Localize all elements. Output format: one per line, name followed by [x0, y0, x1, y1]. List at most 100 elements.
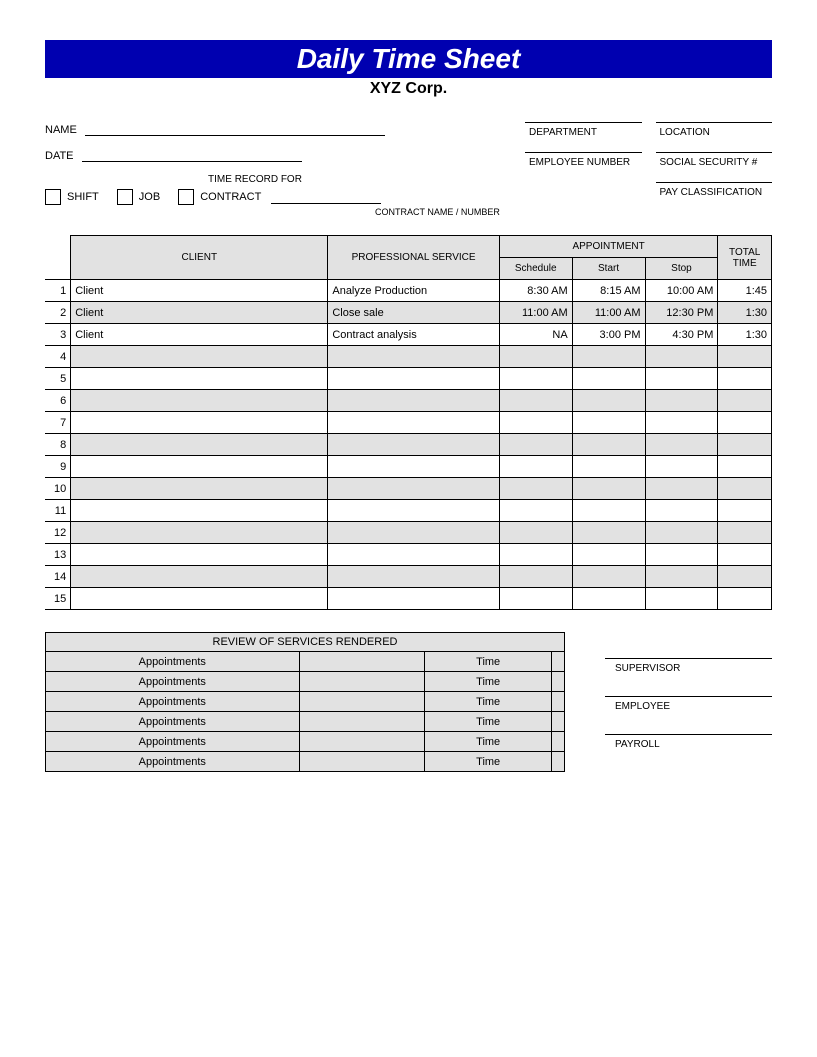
review-time-value[interactable]	[551, 732, 564, 752]
cell-client[interactable]	[71, 368, 328, 390]
cell-total[interactable]	[718, 456, 772, 478]
cell-stop[interactable]	[645, 500, 718, 522]
review-appt-value[interactable]	[299, 732, 425, 752]
cell-schedule[interactable]	[499, 478, 572, 500]
cell-client[interactable]	[71, 456, 328, 478]
cell-schedule[interactable]	[499, 544, 572, 566]
cell-service[interactable]	[328, 456, 499, 478]
cell-client[interactable]: Client	[71, 324, 328, 346]
cell-schedule[interactable]	[499, 434, 572, 456]
cell-stop[interactable]	[645, 412, 718, 434]
cell-start[interactable]	[572, 500, 645, 522]
cell-stop[interactable]	[645, 544, 718, 566]
cell-service[interactable]	[328, 346, 499, 368]
cell-total[interactable]	[718, 346, 772, 368]
cell-start[interactable]	[572, 390, 645, 412]
cell-stop[interactable]	[645, 346, 718, 368]
cell-client[interactable]	[71, 346, 328, 368]
cell-total[interactable]	[718, 412, 772, 434]
cell-stop[interactable]: 4:30 PM	[645, 324, 718, 346]
cell-start[interactable]	[572, 566, 645, 588]
review-appt-value[interactable]	[299, 712, 425, 732]
cell-stop[interactable]: 10:00 AM	[645, 280, 718, 302]
review-time-value[interactable]	[551, 692, 564, 712]
cell-client[interactable]: Client	[71, 280, 328, 302]
cell-start[interactable]	[572, 588, 645, 610]
cell-stop[interactable]	[645, 368, 718, 390]
cell-total[interactable]: 1:30	[718, 302, 772, 324]
cell-start[interactable]: 8:15 AM	[572, 280, 645, 302]
shift-checkbox[interactable]: SHIFT	[45, 189, 99, 205]
review-appt-value[interactable]	[299, 652, 425, 672]
review-time-value[interactable]	[551, 712, 564, 732]
cell-service[interactable]	[328, 390, 499, 412]
cell-client[interactable]	[71, 478, 328, 500]
cell-start[interactable]: 3:00 PM	[572, 324, 645, 346]
review-time-value[interactable]	[551, 652, 564, 672]
cell-service[interactable]	[328, 478, 499, 500]
cell-schedule[interactable]: 11:00 AM	[499, 302, 572, 324]
cell-start[interactable]	[572, 346, 645, 368]
cell-total[interactable]	[718, 544, 772, 566]
review-time-value[interactable]	[551, 752, 564, 772]
cell-client[interactable]	[71, 434, 328, 456]
cell-start[interactable]	[572, 478, 645, 500]
cell-start[interactable]	[572, 456, 645, 478]
cell-service[interactable]: Close sale	[328, 302, 499, 324]
cell-client[interactable]	[71, 500, 328, 522]
cell-schedule[interactable]	[499, 500, 572, 522]
cell-schedule[interactable]	[499, 588, 572, 610]
cell-total[interactable]	[718, 588, 772, 610]
cell-total[interactable]: 1:45	[718, 280, 772, 302]
cell-start[interactable]	[572, 544, 645, 566]
cell-schedule[interactable]	[499, 522, 572, 544]
cell-stop[interactable]	[645, 434, 718, 456]
cell-stop[interactable]	[645, 390, 718, 412]
cell-client[interactable]	[71, 544, 328, 566]
cell-total[interactable]	[718, 368, 772, 390]
cell-total[interactable]	[718, 522, 772, 544]
cell-client[interactable]	[71, 566, 328, 588]
cell-schedule[interactable]	[499, 390, 572, 412]
cell-schedule[interactable]: NA	[499, 324, 572, 346]
cell-stop[interactable]	[645, 566, 718, 588]
cell-service[interactable]	[328, 566, 499, 588]
cell-schedule[interactable]	[499, 346, 572, 368]
contract-input-line[interactable]	[271, 190, 381, 204]
cell-service[interactable]	[328, 544, 499, 566]
cell-service[interactable]	[328, 434, 499, 456]
cell-stop[interactable]: 12:30 PM	[645, 302, 718, 324]
contract-checkbox[interactable]: CONTRACT	[178, 189, 381, 205]
cell-start[interactable]	[572, 434, 645, 456]
cell-start[interactable]: 11:00 AM	[572, 302, 645, 324]
cell-client[interactable]	[71, 522, 328, 544]
cell-stop[interactable]	[645, 456, 718, 478]
cell-stop[interactable]	[645, 588, 718, 610]
cell-total[interactable]	[718, 566, 772, 588]
cell-total[interactable]: 1:30	[718, 324, 772, 346]
cell-service[interactable]	[328, 522, 499, 544]
cell-start[interactable]	[572, 522, 645, 544]
review-time-value[interactable]	[551, 672, 564, 692]
cell-schedule[interactable]	[499, 368, 572, 390]
cell-service[interactable]	[328, 588, 499, 610]
review-appt-value[interactable]	[299, 672, 425, 692]
cell-total[interactable]	[718, 500, 772, 522]
cell-schedule[interactable]: 8:30 AM	[499, 280, 572, 302]
cell-stop[interactable]	[645, 478, 718, 500]
cell-stop[interactable]	[645, 522, 718, 544]
cell-service[interactable]: Analyze Production	[328, 280, 499, 302]
review-appt-value[interactable]	[299, 752, 425, 772]
cell-client[interactable]	[71, 412, 328, 434]
cell-service[interactable]	[328, 412, 499, 434]
cell-schedule[interactable]	[499, 412, 572, 434]
cell-service[interactable]	[328, 368, 499, 390]
cell-total[interactable]	[718, 478, 772, 500]
cell-client[interactable]	[71, 588, 328, 610]
date-input-line[interactable]	[82, 148, 302, 162]
cell-total[interactable]	[718, 390, 772, 412]
cell-start[interactable]	[572, 368, 645, 390]
cell-schedule[interactable]	[499, 566, 572, 588]
cell-start[interactable]	[572, 412, 645, 434]
review-appt-value[interactable]	[299, 692, 425, 712]
